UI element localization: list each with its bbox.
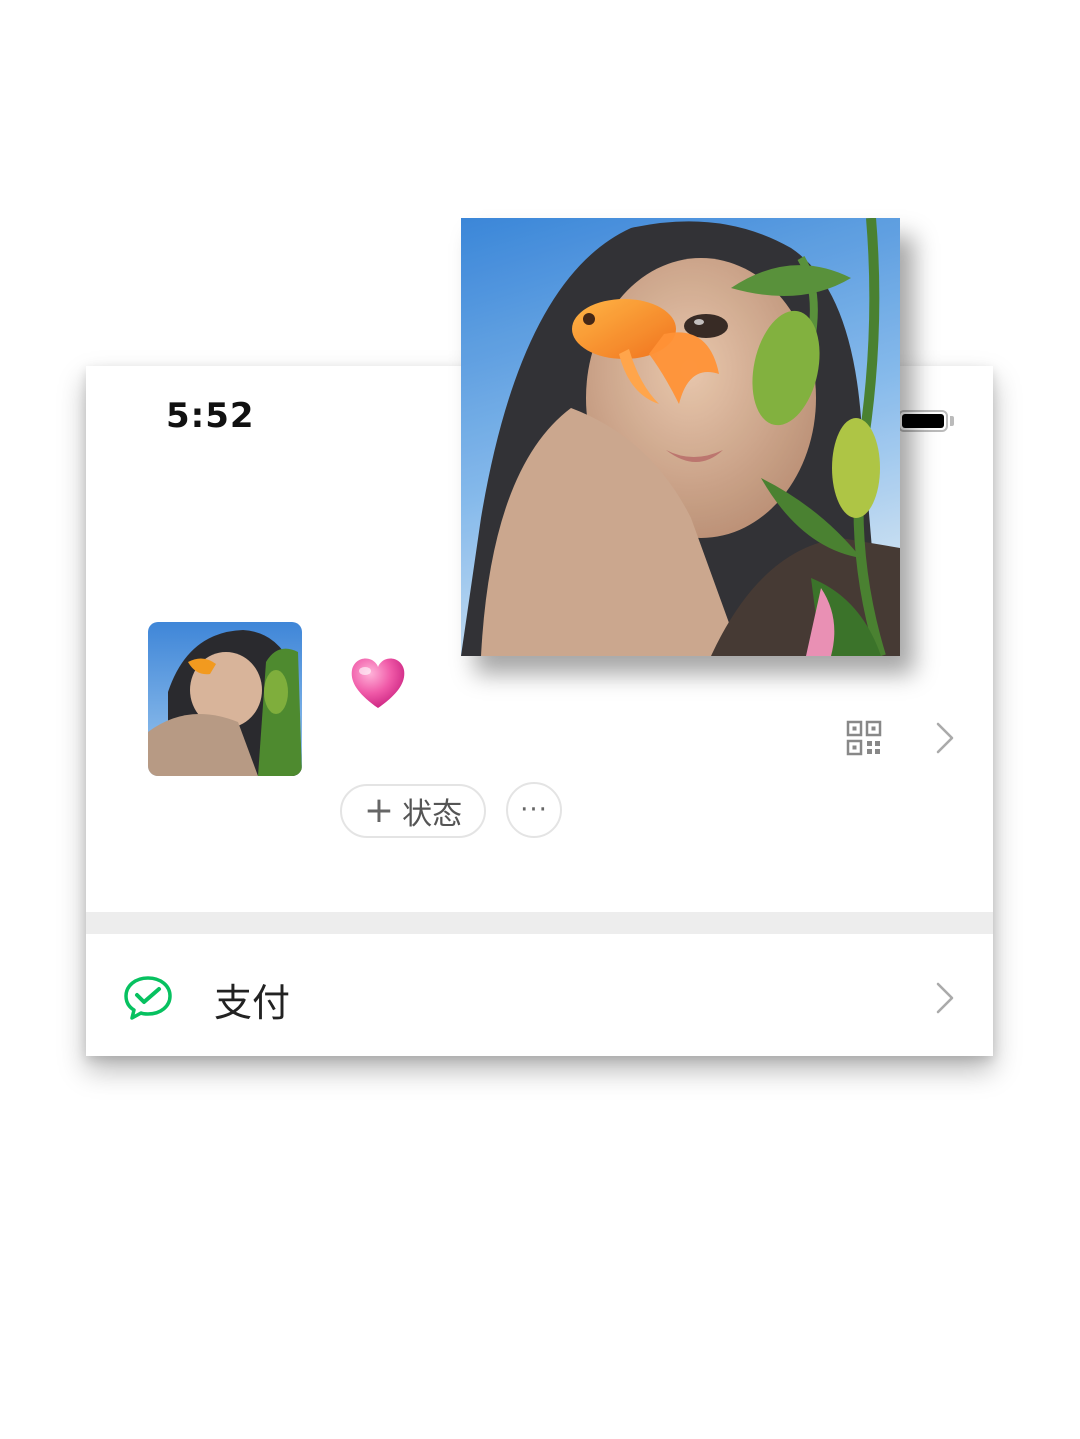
status-bar-time: 5:52: [166, 396, 255, 436]
more-button[interactable]: ···: [506, 782, 562, 838]
more-dots: ···: [520, 795, 548, 825]
heart-emoji-icon: [348, 654, 408, 712]
section-divider: [86, 912, 993, 934]
battery-tip: [950, 416, 954, 426]
add-status-label: 状态: [402, 797, 463, 832]
chevron-right-icon[interactable]: [932, 720, 956, 756]
page: 5:52 + 状态 ··· 支付: [0, 0, 1080, 1439]
menu-item-pay[interactable]: 支付: [214, 972, 290, 1027]
avatar-photo-enlarged: [461, 218, 900, 656]
plus-icon: +: [363, 790, 395, 831]
chevron-right-icon[interactable]: [932, 980, 956, 1016]
wechat-pay-icon: [122, 974, 174, 1022]
qr-code-icon[interactable]: [846, 720, 882, 756]
battery-icon: [898, 410, 948, 432]
add-status-button[interactable]: + 状态: [340, 784, 486, 838]
avatar[interactable]: [148, 622, 302, 776]
